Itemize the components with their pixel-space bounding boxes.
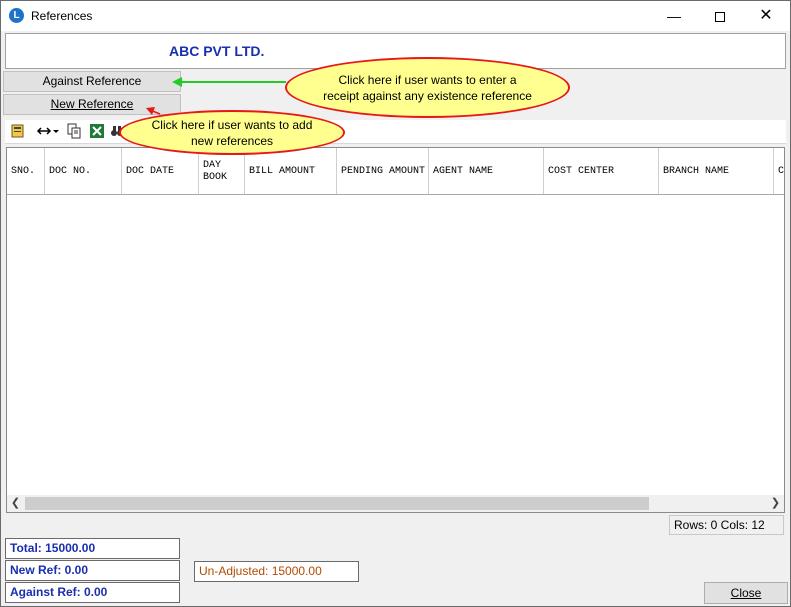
column-header[interactable]: DOC DATE	[122, 148, 199, 194]
against-callout-text: Click here if user wants to enter a rece…	[323, 72, 532, 103]
maximize-icon	[715, 12, 725, 23]
close-window-button[interactable]: ✕	[743, 1, 789, 31]
references-grid[interactable]: SNO. DOC NO. DOC DATE DAY BOOK BILL AMOU…	[6, 147, 785, 513]
maximize-button[interactable]	[697, 1, 743, 31]
new-reference-callout: Click here if user wants to add new refe…	[119, 110, 345, 155]
new-ref-amount: New Ref: 0.00	[5, 560, 180, 581]
column-header[interactable]: SNO.	[7, 148, 45, 194]
against-reference-callout: Click here if user wants to enter a rece…	[285, 57, 570, 118]
new-reference-button[interactable]: New Reference	[3, 94, 181, 115]
grid-header: SNO. DOC NO. DOC DATE DAY BOOK BILL AMOU…	[7, 148, 784, 195]
column-header[interactable]: C	[774, 148, 784, 194]
column-width-icon[interactable]	[35, 123, 61, 141]
minimize-button[interactable]: —	[651, 1, 697, 31]
new-reference-label: New Reference	[50, 97, 134, 111]
layout-icon[interactable]	[9, 123, 27, 141]
against-reference-button[interactable]: Against Reference	[3, 71, 181, 92]
column-header[interactable]: DAY BOOK	[199, 148, 245, 194]
against-ref-amount: Against Ref: 0.00	[5, 582, 180, 603]
column-header[interactable]: PENDING AMOUNT	[337, 148, 429, 194]
scroll-thumb[interactable]	[25, 497, 649, 510]
window-title: References	[31, 9, 93, 23]
column-header[interactable]: BILL AMOUNT	[245, 148, 337, 194]
column-header[interactable]: DOC NO.	[45, 148, 122, 194]
column-header[interactable]: COST CENTER	[544, 148, 659, 194]
grid-status: Rows: 0 Cols: 12	[669, 515, 784, 535]
excel-icon[interactable]	[88, 123, 106, 141]
close-button-label: Close	[730, 586, 762, 600]
column-header[interactable]: AGENT NAME	[429, 148, 544, 194]
scroll-right-icon[interactable]: ❯	[767, 495, 784, 512]
against-reference-label: Against Reference	[42, 74, 142, 88]
column-header[interactable]: BRANCH NAME	[659, 148, 774, 194]
app-logo-icon: L	[9, 8, 24, 23]
scroll-left-icon[interactable]: ❮	[7, 495, 24, 512]
total-amount: Total: 15000.00	[5, 538, 180, 559]
horizontal-scrollbar[interactable]: ❮ ❯	[7, 495, 784, 512]
company-name: ABC PVT LTD.	[169, 43, 265, 59]
close-button[interactable]: Close	[704, 582, 788, 604]
new-callout-text: Click here if user wants to add new refe…	[151, 117, 313, 148]
title-bar: L References — ✕	[1, 1, 790, 31]
unadjusted-amount: Un-Adjusted: 15000.00	[194, 561, 359, 582]
copy-icon[interactable]	[65, 123, 83, 141]
